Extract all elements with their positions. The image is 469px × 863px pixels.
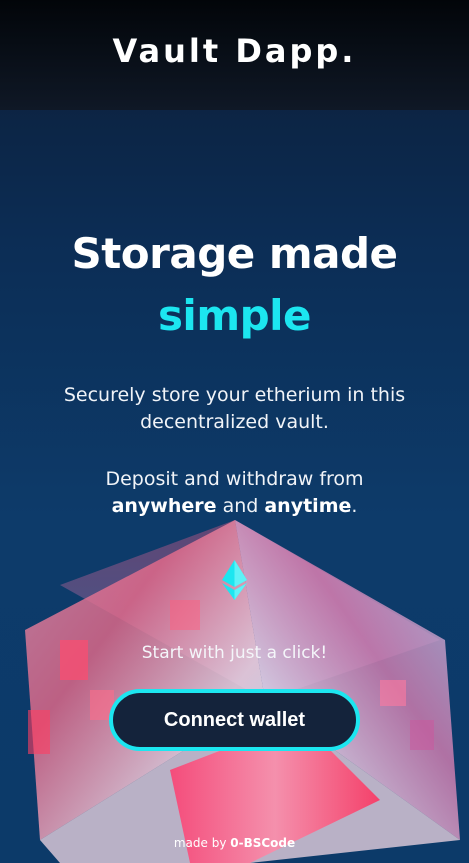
hero-description: Securely store your etherium in this dec… — [0, 382, 469, 436]
connect-wallet-button[interactable]: Connect wallet — [109, 689, 360, 751]
footer-prefix: made by — [173, 836, 231, 850]
hero-deposit-text: Deposit and withdraw from anywhere and a… — [0, 466, 469, 520]
deposit-highlight-anywhere: anywhere — [111, 495, 217, 517]
hero-headline: Storage made simple — [0, 226, 469, 344]
deposit-highlight-anytime: anytime — [264, 495, 352, 517]
footer-author: 0-BSCode — [230, 836, 296, 850]
headline-text: Storage made — [71, 229, 398, 278]
headline-accent: simple — [157, 291, 312, 340]
description-text: Securely store your etherium in this dec… — [63, 384, 406, 433]
deposit-suffix: . — [351, 495, 358, 517]
ethereum-icon — [222, 560, 247, 600]
deposit-joiner: and — [216, 495, 265, 517]
cta-prompt: Start with just a click! — [141, 643, 328, 663]
footer-credit: made by 0-BSCode — [0, 836, 469, 850]
deposit-prefix: Deposit and withdraw from — [105, 468, 364, 490]
